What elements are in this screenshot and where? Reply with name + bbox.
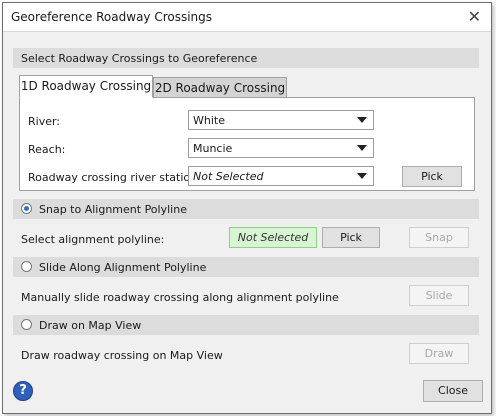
station-label: Roadway crossing river station: — [28, 171, 201, 184]
slide-section-header[interactable]: Slide Along Alignment Polyline — [13, 257, 479, 277]
tab-panel-1d: River: White Reach: Muncie Roadway cross… — [19, 97, 475, 191]
reach-select[interactable]: Muncie — [188, 138, 374, 158]
select-section-header: Select Roadway Crossings to Georeference — [13, 48, 479, 68]
slide-section-title: Slide Along Alignment Polyline — [39, 261, 207, 274]
slide-prompt: Manually slide roadway crossing along al… — [21, 291, 339, 304]
reach-value: Muncie — [193, 142, 233, 155]
station-value: Not Selected — [193, 170, 264, 183]
river-select[interactable]: White — [188, 110, 374, 130]
pick-station-button[interactable]: Pick — [402, 166, 462, 187]
snap-radio[interactable] — [21, 203, 32, 214]
alignment-status-badge: Not Selected — [229, 227, 317, 248]
draw-prompt: Draw roadway crossing on Map View — [21, 349, 223, 362]
title-bar: Georeference Roadway Crossings ✕ — [3, 3, 491, 32]
georeference-dialog: Georeference Roadway Crossings ✕ Select … — [2, 2, 492, 414]
tab-2d-roadway-crossing[interactable]: 2D Roadway Crossing — [153, 77, 287, 98]
close-icon[interactable]: ✕ — [468, 7, 481, 26]
tab-1d-roadway-crossing[interactable]: 1D Roadway Crossing — [19, 75, 153, 98]
slide-button[interactable]: Slide — [409, 285, 469, 306]
snap-section-header[interactable]: Snap to Alignment Polyline — [13, 199, 479, 219]
dialog-title: Georeference Roadway Crossings — [11, 10, 213, 24]
close-button[interactable]: Close — [423, 380, 483, 402]
pick-alignment-button[interactable]: Pick — [322, 227, 380, 248]
river-value: White — [193, 114, 225, 127]
chevron-down-icon — [357, 145, 367, 151]
chevron-down-icon — [357, 173, 367, 179]
draw-button[interactable]: Draw — [409, 343, 469, 364]
slide-radio[interactable] — [21, 261, 32, 272]
dialog-footer: ? Close — [3, 375, 491, 411]
draw-section-header[interactable]: Draw on Map View — [13, 315, 479, 335]
chevron-down-icon — [357, 117, 367, 123]
draw-radio[interactable] — [21, 319, 32, 330]
snap-prompt: Select alignment polyline: — [21, 233, 165, 246]
reach-label: Reach: — [28, 143, 66, 156]
station-select[interactable]: Not Selected — [188, 166, 374, 186]
snap-button[interactable]: Snap — [409, 227, 469, 248]
help-icon[interactable]: ? — [13, 381, 33, 401]
select-section-title: Select Roadway Crossings to Georeference — [21, 52, 258, 65]
snap-section-title: Snap to Alignment Polyline — [39, 203, 187, 216]
draw-section-title: Draw on Map View — [39, 319, 142, 332]
river-label: River: — [28, 115, 61, 128]
